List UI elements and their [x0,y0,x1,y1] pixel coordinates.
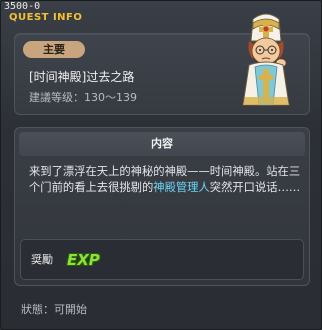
npc-name-link[interactable]: 神殿管理人 [153,181,210,194]
quest-info-window: 3500-0 QUEST INFO 主要 [时间神殿]过去之路 建議等级：130… [0,0,322,330]
quest-description: 来到了漂浮在天上的神秘的神殿——时间神殿。站在三个门前的看上去很挑剔的神殿管理人… [29,164,301,196]
reward-label: 奨勵 [31,253,53,266]
reward-box: 奨勵 EXP [20,239,304,280]
category-badge: 主要 [23,41,85,58]
quest-content-panel: 内容 来到了漂浮在天上的神秘的神殿——时间神殿。站在三个门前的看上去很挑剔的神殿… [14,127,310,286]
exp-reward-icon: EXP [67,251,100,269]
description-text-end: 突然开口说话…… [209,181,301,194]
npc-portrait-icon [242,13,290,106]
quest-status: 狀態：可開始 [21,303,87,316]
quest-name: [时间神殿]过去之路 [29,70,135,84]
window-title: QUEST INFO [9,12,83,23]
content-header: 内容 [19,132,305,156]
level-requirement: 建議等级：130～139 [29,91,137,104]
